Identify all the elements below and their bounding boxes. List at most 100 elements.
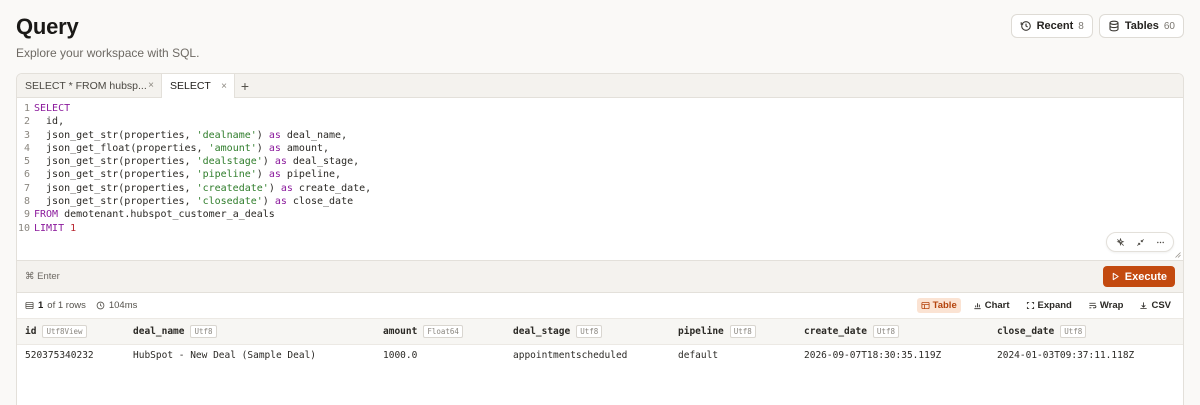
row-count: 1 of 1 rows xyxy=(25,300,86,311)
row-count-suffix: of 1 rows xyxy=(47,300,86,311)
code-token: json_get_str(properties, xyxy=(34,129,197,141)
code-token: as xyxy=(274,196,287,208)
code-token: as xyxy=(268,142,281,154)
add-tab-button[interactable]: + xyxy=(235,74,255,97)
code-token: 'closedate' xyxy=(196,196,263,208)
code-token: deal_stage, xyxy=(286,156,360,168)
query-tab-2[interactable]: SELECT × xyxy=(162,74,235,98)
code-text: json_get_str(properties, 'createdate') a… xyxy=(34,182,371,195)
code-text: FROM demotenant.hubspot_customer_a_deals xyxy=(34,208,275,221)
table-header-row: id Utf8View deal_name Utf8 amount Float64 d… xyxy=(17,318,1183,345)
table-cell[interactable]: 1000.0 xyxy=(375,345,505,367)
tables-button[interactable]: Tables 60 xyxy=(1098,14,1184,38)
column-type-badge: Utf8 xyxy=(190,325,217,338)
table-cell[interactable]: default xyxy=(670,345,796,367)
code-text: SELECT xyxy=(34,102,70,115)
code-line[interactable]: 1 SELECT xyxy=(17,102,1183,115)
table-cell[interactable]: 520375340232 xyxy=(17,345,125,367)
code-token: LIMIT xyxy=(34,222,65,234)
column-header[interactable]: amount Float64 xyxy=(375,319,505,345)
code-token: close_date xyxy=(286,196,354,208)
chart-view-label: Chart xyxy=(984,300,1010,311)
play-icon xyxy=(1112,272,1119,281)
wrap-label: Wrap xyxy=(1099,300,1124,311)
csv-label: CSV xyxy=(1151,300,1171,311)
sql-editor[interactable]: 1 SELECT 2 id, 3 json_get_str(properties, '… xyxy=(17,98,1183,260)
column-name: deal_name xyxy=(133,326,185,337)
code-line[interactable]: 5 json_get_str(properties, 'dealstage') … xyxy=(17,155,1183,168)
line-number: 3 xyxy=(23,129,30,141)
table-cell[interactable]: 2026-09-07T18:30:35.119Z xyxy=(796,345,989,367)
column-type-badge: Utf8 xyxy=(1060,325,1087,338)
code-line[interactable]: 2 id, xyxy=(17,115,1183,128)
wrap-button[interactable]: Wrap xyxy=(1084,298,1128,313)
code-lines: 1 SELECT 2 id, 3 json_get_str(properties, '… xyxy=(17,102,1183,235)
code-token: 'amount' xyxy=(208,142,257,154)
table-cell[interactable]: HubSpot - New Deal (Sample Deal) xyxy=(125,345,375,367)
code-token: ) xyxy=(268,182,281,194)
column-header[interactable]: deal_stage Utf8 xyxy=(505,319,670,345)
column-header[interactable]: close_date Utf8 xyxy=(989,319,1183,345)
history-icon xyxy=(1020,21,1031,31)
table-cell[interactable]: appointmentscheduled xyxy=(505,345,670,367)
table-icon xyxy=(921,301,930,310)
code-line[interactable]: 8 json_get_str(properties, 'closedate') … xyxy=(17,195,1183,208)
code-text: id, xyxy=(34,115,64,128)
column-header[interactable]: id Utf8View xyxy=(17,319,125,345)
code-token: deal_name, xyxy=(280,129,348,141)
download-icon xyxy=(1140,302,1148,310)
column-type-badge: Utf8 xyxy=(576,325,603,338)
code-line[interactable]: 6 json_get_str(properties, 'pipeline') a… xyxy=(17,168,1183,181)
code-token: ) xyxy=(256,142,269,154)
sparkle-off-icon[interactable] xyxy=(1111,234,1129,250)
code-token: ) xyxy=(256,169,269,181)
table-view-button[interactable]: Table xyxy=(916,298,961,313)
query-tabs: SELECT * FROM hubsp... × SELECT × + xyxy=(17,74,1183,98)
chart-view-button[interactable]: Chart xyxy=(969,298,1014,313)
code-token: ) xyxy=(262,196,275,208)
shortcut-hint: ⌘ Enter xyxy=(25,271,60,282)
code-line[interactable]: 10 LIMIT 1 xyxy=(17,222,1183,235)
recent-button[interactable]: Recent 8 xyxy=(1010,14,1093,38)
resize-handle-icon[interactable] xyxy=(1174,251,1181,258)
code-token: json_get_str(properties, xyxy=(34,169,197,181)
line-number: 6 xyxy=(23,169,30,181)
code-line[interactable]: 7 json_get_str(properties, 'createdate')… xyxy=(17,182,1183,195)
column-name: close_date xyxy=(997,326,1055,337)
code-token: 1 xyxy=(70,222,77,234)
code-line[interactable]: 3 json_get_str(properties, 'dealname') a… xyxy=(17,129,1183,142)
column-header[interactable]: deal_name Utf8 xyxy=(125,319,375,345)
results-toolbar: 1 of 1 rows 104ms Table Chart Expand Wra… xyxy=(17,293,1183,318)
code-text: json_get_str(properties, 'pipeline') as … xyxy=(34,168,341,181)
code-line[interactable]: 9 FROM demotenant.hubspot_customer_a_deal… xyxy=(17,208,1183,221)
csv-download-button[interactable]: CSV xyxy=(1135,298,1175,313)
table-cell[interactable]: 2024-01-03T09:37:11.118Z xyxy=(989,345,1183,367)
column-name: deal_stage xyxy=(513,326,571,337)
query-tab-1[interactable]: SELECT * FROM hubsp... × xyxy=(17,74,162,97)
code-token: 'createdate' xyxy=(196,182,269,194)
clock-icon xyxy=(96,301,105,310)
tables-count: 60 xyxy=(1163,20,1175,32)
execute-label: Execute xyxy=(1124,270,1167,283)
tables-label: Tables xyxy=(1124,20,1159,32)
rows-icon xyxy=(25,301,34,310)
close-icon[interactable]: × xyxy=(221,81,227,92)
column-header[interactable]: create_date Utf8 xyxy=(796,319,989,345)
table-row[interactable]: 520375340232 HubSpot - New Deal (Sample … xyxy=(17,345,1183,367)
code-token: 'pipeline' xyxy=(196,169,257,181)
more-icon[interactable] xyxy=(1151,234,1169,250)
recent-count: 8 xyxy=(1078,20,1084,32)
line-number: 10 xyxy=(17,222,30,234)
code-text: json_get_float(properties, 'amount') as … xyxy=(34,142,329,155)
collapse-icon[interactable] xyxy=(1131,234,1149,250)
editor-toolbar xyxy=(1106,232,1174,252)
recent-label: Recent xyxy=(1036,20,1074,32)
close-icon[interactable]: × xyxy=(148,80,154,91)
code-line[interactable]: 4 json_get_float(properties, 'amount') a… xyxy=(17,142,1183,155)
execute-button[interactable]: Execute xyxy=(1102,266,1175,287)
expand-button[interactable]: Expand xyxy=(1022,298,1076,313)
column-name: pipeline xyxy=(678,326,724,337)
query-panel: SELECT * FROM hubsp... × SELECT × + 1 SEL… xyxy=(16,73,1184,405)
column-header[interactable]: pipeline Utf8 xyxy=(670,319,796,345)
expand-icon xyxy=(1026,301,1034,310)
